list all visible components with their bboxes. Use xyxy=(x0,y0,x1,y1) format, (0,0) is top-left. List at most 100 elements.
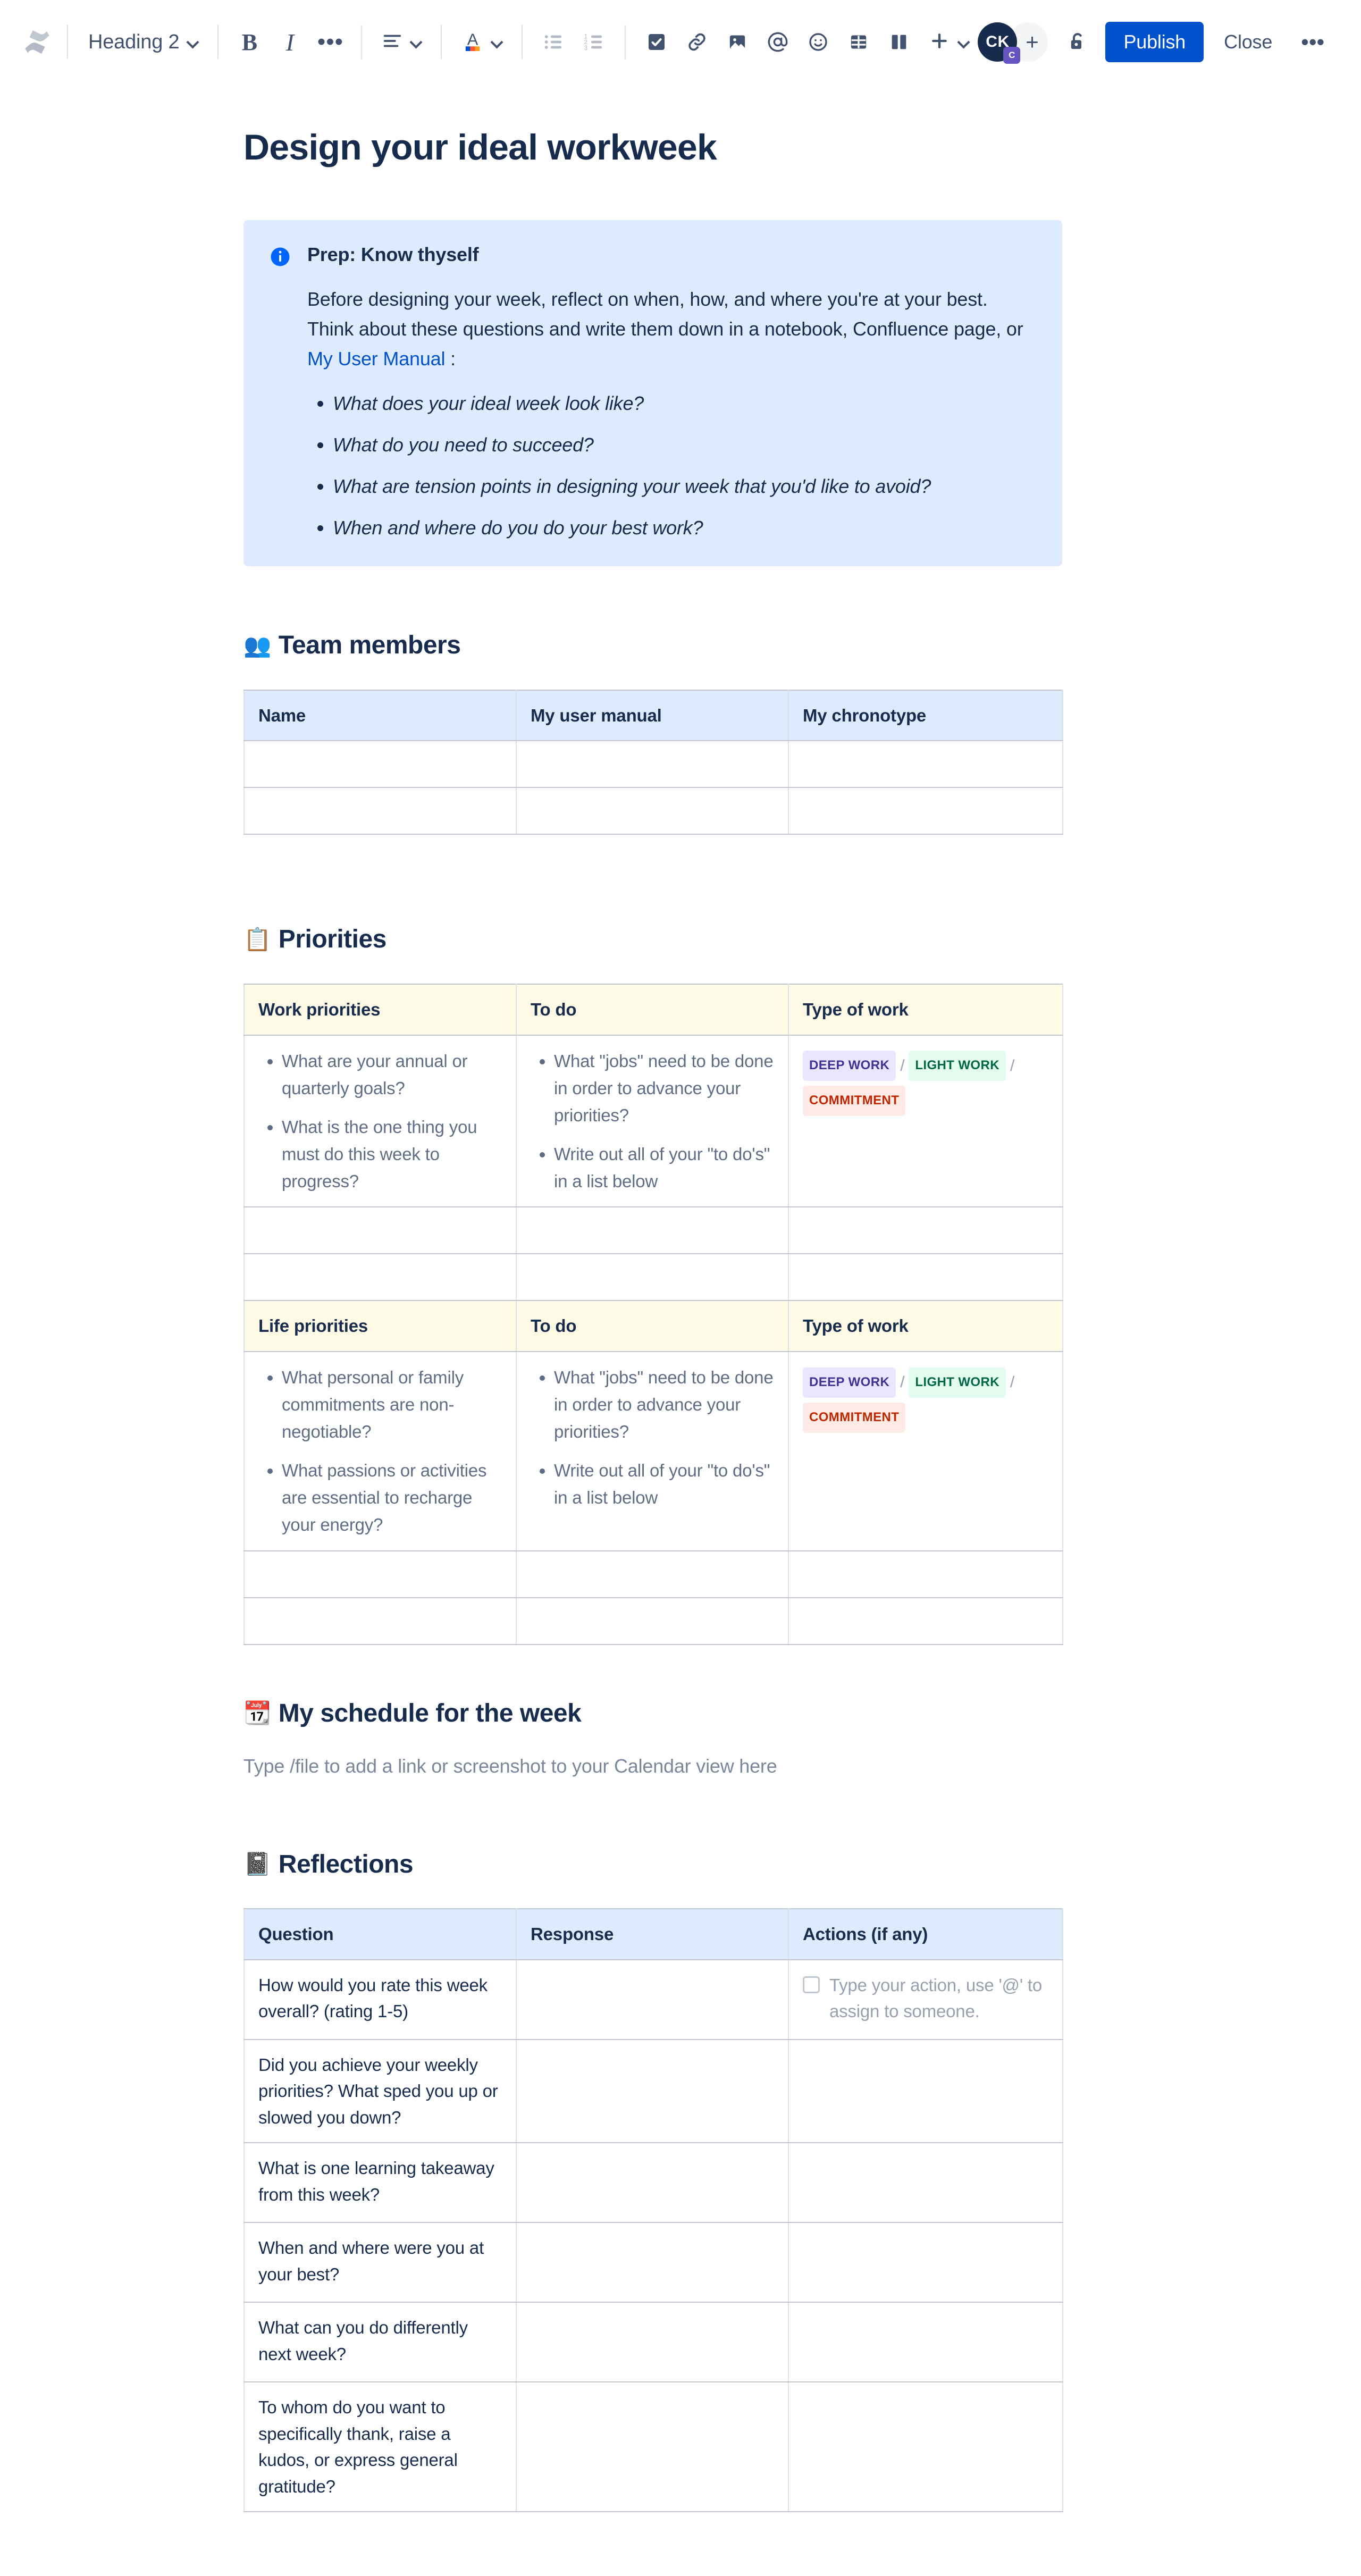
cell-work-type-of-work[interactable] xyxy=(788,1206,1063,1255)
close-button[interactable]: Close xyxy=(1209,22,1287,62)
cell-work-priorities[interactable]: What are your annual or quarterly goals?… xyxy=(243,1034,517,1208)
text-color-button[interactable]: A xyxy=(452,22,511,62)
insert-more-button[interactable] xyxy=(919,22,978,62)
numbered-list-button[interactable]: 1 2 3 xyxy=(574,22,614,62)
cell-work-todo[interactable]: What "jobs" need to be done in order to … xyxy=(516,1034,789,1208)
column-header-to-do[interactable]: To do xyxy=(516,984,789,1036)
table-row[interactable] xyxy=(243,1597,1063,1645)
cell-chronotype[interactable] xyxy=(788,787,1063,835)
image-button[interactable] xyxy=(717,22,758,62)
action-item[interactable]: Type your action, use '@' to assign to s… xyxy=(803,1972,1048,2025)
mention-button[interactable] xyxy=(758,22,798,62)
column-header-work-priorities[interactable]: Work priorities xyxy=(243,984,517,1036)
cell-response[interactable] xyxy=(516,1959,789,2040)
cell-chronotype[interactable] xyxy=(788,740,1063,788)
table-row[interactable] xyxy=(243,1550,1063,1598)
table-row[interactable] xyxy=(243,1253,1063,1302)
cell-life-priorities[interactable] xyxy=(243,1550,517,1598)
cell-actions[interactable] xyxy=(788,2302,1063,2383)
cell-question[interactable]: Did you achieve your weekly priorities? … xyxy=(243,2038,517,2144)
table-row[interactable]: What personal or family commitments are … xyxy=(243,1350,1063,1551)
table-row[interactable]: How would you rate this week overall? (r… xyxy=(243,1959,1063,2040)
cell-response[interactable] xyxy=(516,2381,789,2513)
my-user-manual-link[interactable]: My User Manual xyxy=(307,348,445,370)
bullet-list-button[interactable] xyxy=(533,22,574,62)
action-item-button[interactable] xyxy=(636,22,677,62)
table-button[interactable] xyxy=(838,22,879,62)
cell-work-todo[interactable] xyxy=(516,1206,789,1255)
column-header-type-of-work[interactable]: Type of work xyxy=(788,984,1063,1036)
link-button[interactable] xyxy=(677,22,717,62)
column-header-name[interactable]: Name xyxy=(243,689,517,742)
table-row[interactable]: Did you achieve your weekly priorities? … xyxy=(243,2038,1063,2144)
life-todo-list: What "jobs" need to be done in order to … xyxy=(531,1364,774,1512)
list-item: What are tension points in designing you… xyxy=(333,473,1037,500)
cell-question[interactable]: To whom do you want to specifically than… xyxy=(243,2381,517,2513)
action-placeholder: Type your action, use '@' to assign to s… xyxy=(829,1975,1043,2021)
cell-name[interactable] xyxy=(243,740,517,788)
cell-life-type-of-work[interactable]: DEEP WORK / LIGHT WORK / COMMITMENT xyxy=(788,1350,1063,1551)
action-checkbox[interactable] xyxy=(803,1976,820,1993)
more-formatting-button[interactable]: ••• xyxy=(310,22,350,62)
table-row[interactable]: What is one learning takeaway from this … xyxy=(243,2142,1063,2223)
layout-button[interactable] xyxy=(879,22,919,62)
cell-actions[interactable] xyxy=(788,2142,1063,2223)
cell-actions[interactable]: Type your action, use '@' to assign to s… xyxy=(788,1959,1063,2040)
cell-question[interactable]: How would you rate this week overall? (r… xyxy=(243,1959,517,2040)
avatar[interactable]: CK C xyxy=(978,22,1021,64)
column-header-type-of-work[interactable]: Type of work xyxy=(788,1300,1063,1352)
editor-toolbar: Heading 2 B I ••• A 1 2 3 CK C + Publish… xyxy=(0,0,1361,84)
list-item: What "jobs" need to be done in order to … xyxy=(554,1364,774,1445)
column-header-my-user-manual[interactable]: My user manual xyxy=(516,689,789,742)
text-align-button[interactable] xyxy=(373,22,430,62)
column-header-actions[interactable]: Actions (if any) xyxy=(788,1908,1063,1960)
cell-actions[interactable] xyxy=(788,2381,1063,2513)
cell-life-todo[interactable] xyxy=(516,1550,789,1598)
cell-question[interactable]: When and where were you at your best? xyxy=(243,2222,517,2303)
cell-user-manual[interactable] xyxy=(516,787,789,835)
column-header-response[interactable]: Response xyxy=(516,1908,789,1960)
cell-user-manual[interactable] xyxy=(516,740,789,788)
cell-work-priorities[interactable] xyxy=(243,1253,517,1302)
cell-actions[interactable] xyxy=(788,2222,1063,2303)
cell-actions[interactable] xyxy=(788,2038,1063,2144)
table-row[interactable]: What are your annual or quarterly goals?… xyxy=(243,1034,1063,1208)
cell-response[interactable] xyxy=(516,2222,789,2303)
cell-question[interactable]: What can you do differently next week? xyxy=(243,2302,517,2383)
column-header-life-priorities[interactable]: Life priorities xyxy=(243,1300,517,1352)
cell-work-type-of-work[interactable] xyxy=(788,1253,1063,1302)
publish-button[interactable]: Publish xyxy=(1105,22,1204,62)
table-row[interactable] xyxy=(243,740,1063,788)
cell-life-todo[interactable]: What "jobs" need to be done in order to … xyxy=(516,1350,789,1551)
cell-life-type-of-work[interactable] xyxy=(788,1550,1063,1598)
column-header-to-do[interactable]: To do xyxy=(516,1300,789,1352)
column-header-question[interactable]: Question xyxy=(243,1908,517,1960)
table-row[interactable]: When and where were you at your best? xyxy=(243,2222,1063,2303)
bold-button[interactable]: B xyxy=(229,22,270,62)
schedule-placeholder[interactable]: Type /file to add a link or screenshot t… xyxy=(243,1753,1062,1780)
unlock-icon[interactable] xyxy=(1057,22,1098,62)
cell-life-type-of-work[interactable] xyxy=(788,1597,1063,1645)
table-row[interactable] xyxy=(243,787,1063,835)
italic-button[interactable]: I xyxy=(270,22,310,62)
cell-work-priorities[interactable] xyxy=(243,1206,517,1255)
page-title[interactable]: Design your ideal workweek xyxy=(243,127,1062,168)
cell-work-todo[interactable] xyxy=(516,1253,789,1302)
confluence-logo-icon[interactable] xyxy=(18,23,56,61)
cell-life-todo[interactable] xyxy=(516,1597,789,1645)
table-row[interactable]: To whom do you want to specifically than… xyxy=(243,2381,1063,2513)
cell-response[interactable] xyxy=(516,2038,789,2144)
more-actions-button[interactable]: ••• xyxy=(1292,22,1333,62)
table-row[interactable] xyxy=(243,1206,1063,1255)
table-row[interactable]: What can you do differently next week? xyxy=(243,2302,1063,2383)
cell-life-priorities[interactable]: What personal or family commitments are … xyxy=(243,1350,517,1551)
cell-question[interactable]: What is one learning takeaway from this … xyxy=(243,2142,517,2223)
text-style-select[interactable]: Heading 2 xyxy=(79,22,207,62)
emoji-button[interactable] xyxy=(798,22,838,62)
cell-response[interactable] xyxy=(516,2142,789,2223)
cell-work-type-of-work[interactable]: DEEP WORK / LIGHT WORK / COMMITMENT xyxy=(788,1034,1063,1208)
cell-response[interactable] xyxy=(516,2302,789,2383)
column-header-my-chronotype[interactable]: My chronotype xyxy=(788,689,1063,742)
cell-name[interactable] xyxy=(243,787,517,835)
cell-life-priorities[interactable] xyxy=(243,1597,517,1645)
